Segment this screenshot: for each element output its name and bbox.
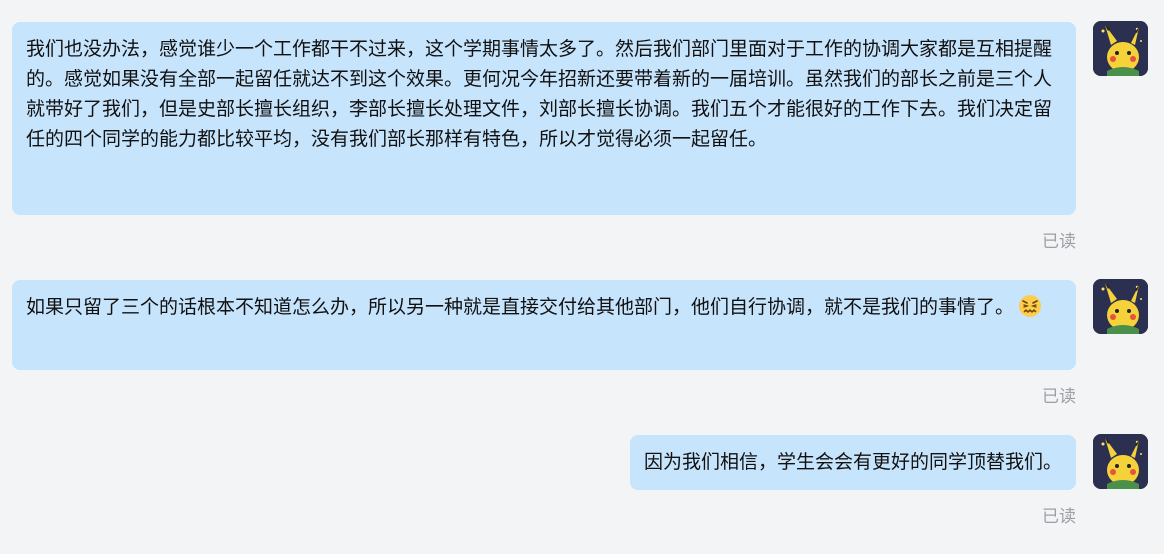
confounded-face-icon	[1018, 294, 1042, 327]
message-bubble[interactable]: 因为我们相信，学生会会有更好的同学顶替我们。	[629, 435, 1076, 490]
pikachu-avatar-icon	[1093, 279, 1148, 334]
read-status: 已读	[1042, 232, 1076, 252]
message-row: 我们也没办法，感觉谁少一个工作都干不过来，这个学期事情太多了。然后我们部门里面对…	[12, 22, 1076, 215]
message-row: 因为我们相信，学生会会有更好的同学顶替我们。	[629, 435, 1076, 490]
read-status: 已读	[1042, 507, 1076, 527]
read-status: 已读	[1042, 387, 1076, 407]
avatar[interactable]	[1093, 21, 1148, 76]
avatar[interactable]	[1093, 279, 1148, 334]
message-bubble[interactable]: 我们也没办法，感觉谁少一个工作都干不过来，这个学期事情太多了。然后我们部门里面对…	[12, 22, 1076, 215]
message-row: 如果只留了三个的话根本不知道怎么办，所以另一种就是直接交付给其他部门，他们自行协…	[12, 280, 1076, 370]
message-text: 因为我们相信，学生会会有更好的同学顶替我们。	[643, 451, 1062, 473]
message-bubble[interactable]: 如果只留了三个的话根本不知道怎么办，所以另一种就是直接交付给其他部门，他们自行协…	[12, 280, 1076, 370]
message-text: 我们也没办法，感觉谁少一个工作都干不过来，这个学期事情太多了。然后我们部门里面对…	[26, 38, 1053, 150]
message-text: 如果只留了三个的话根本不知道怎么办，所以另一种就是直接交付给其他部门，他们自行协…	[26, 296, 1015, 318]
pikachu-avatar-icon	[1093, 21, 1148, 76]
avatar[interactable]	[1093, 434, 1148, 489]
pikachu-avatar-icon	[1093, 434, 1148, 489]
